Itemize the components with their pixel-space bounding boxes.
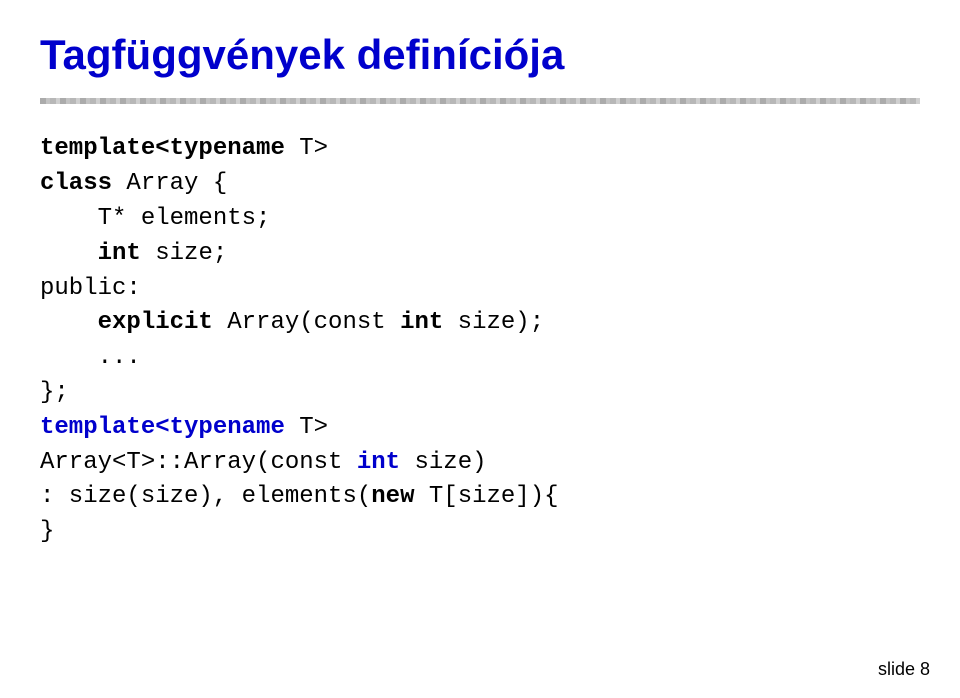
divider (40, 98, 920, 104)
keyword-int-2: int (400, 309, 443, 336)
code-text (40, 240, 98, 267)
code-text: T> (299, 135, 328, 162)
code-text: size); (443, 309, 544, 336)
keyword-int-1: int (98, 240, 141, 267)
code-text: Array { (112, 170, 227, 197)
code-line-12: } (40, 515, 920, 550)
code-line-2: class Array { (40, 167, 920, 202)
keyword-template: template<typename (40, 135, 299, 162)
code-text: : size(size), elements( (40, 483, 371, 510)
keyword-explicit: explicit (98, 309, 213, 336)
keyword-class: class (40, 170, 112, 197)
code-text: size) (400, 449, 486, 476)
code-text: }; (40, 379, 69, 406)
code-text (40, 309, 98, 336)
code-line-5: public: (40, 272, 920, 307)
code-line-7: ... (40, 341, 920, 376)
slide-number: slide 8 (878, 659, 930, 680)
code-text: } (40, 518, 54, 545)
keyword-int-blue: int (357, 449, 400, 476)
slide-title: Tagfüggvények definíciója (40, 30, 920, 80)
code-text: Array(const (213, 309, 400, 336)
code-text: size; (141, 240, 227, 267)
code-text: Array<T>::Array(const (40, 449, 357, 476)
code-text: ... (40, 344, 141, 371)
code-text: T> (299, 414, 328, 441)
code-line-11: : size(size), elements(new T[size]){ (40, 480, 920, 515)
code-line-1: template<typename T> (40, 132, 920, 167)
code-line-3: T* elements; (40, 202, 920, 237)
keyword-template-2: template<typename (40, 414, 299, 441)
slide-container: Tagfüggvények definíciója template<typen… (0, 0, 960, 698)
code-line-4: int size; (40, 237, 920, 272)
code-text: public: (40, 275, 141, 302)
code-text: T[size]){ (414, 483, 558, 510)
code-line-10: Array<T>::Array(const int size) (40, 446, 920, 481)
code-line-8: }; (40, 376, 920, 411)
code-line-9: template<typename T> (40, 411, 920, 446)
code-line-6: explicit Array(const int size); (40, 306, 920, 341)
code-block: template<typename T> class Array { T* el… (40, 132, 920, 550)
keyword-new: new (371, 483, 414, 510)
code-text: T* elements; (40, 205, 270, 232)
